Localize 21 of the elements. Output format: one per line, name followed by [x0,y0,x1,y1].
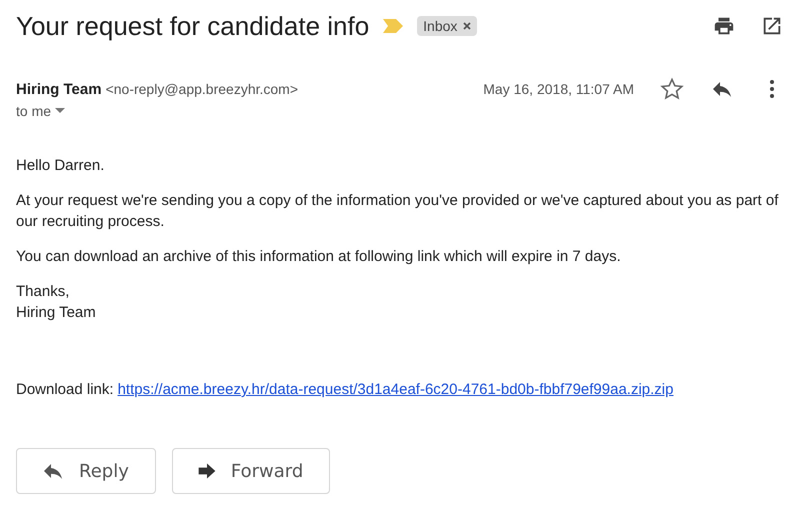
star-button[interactable] [660,77,684,101]
forward-arrow-icon [196,461,217,481]
label-chip[interactable]: Inbox [417,16,478,36]
signoff-line: Thanks, [16,282,70,302]
email-date: May 16, 2018, 11:07 AM [483,81,634,97]
recipients-dropdown[interactable]: to me [16,103,66,119]
download-link[interactable]: https://acme.breezy.hr/data-request/3d1a4eaf-6c20-4761-bd0b-fbbf79ef99aa.zip.zip [118,379,674,400]
body-paragraph: At your request we're sending you a copy of the information you've provided or we've captured about you as part of our recruiting process. [16,191,780,232]
caret-icon [55,108,66,114]
forward-button[interactable]: Forward [172,448,330,494]
sender-email: <no-reply@app.breezyhr.com> [106,81,298,97]
reply-button[interactable]: Reply [16,448,156,494]
close-icon[interactable] [463,22,472,30]
importance-marker-icon [383,19,404,33]
download-label: Download link: [16,380,114,400]
email-subject: Your request for candidate info [16,10,370,42]
signoff-line: Hiring Team [16,303,97,323]
body-paragraph: You can download an archive of this information at following link which will expire in 7 days. [16,247,622,267]
more-options-icon [769,79,775,99]
sender-name: Hiring Team [16,80,102,98]
greeting-text: Hello Darren. [16,156,106,176]
